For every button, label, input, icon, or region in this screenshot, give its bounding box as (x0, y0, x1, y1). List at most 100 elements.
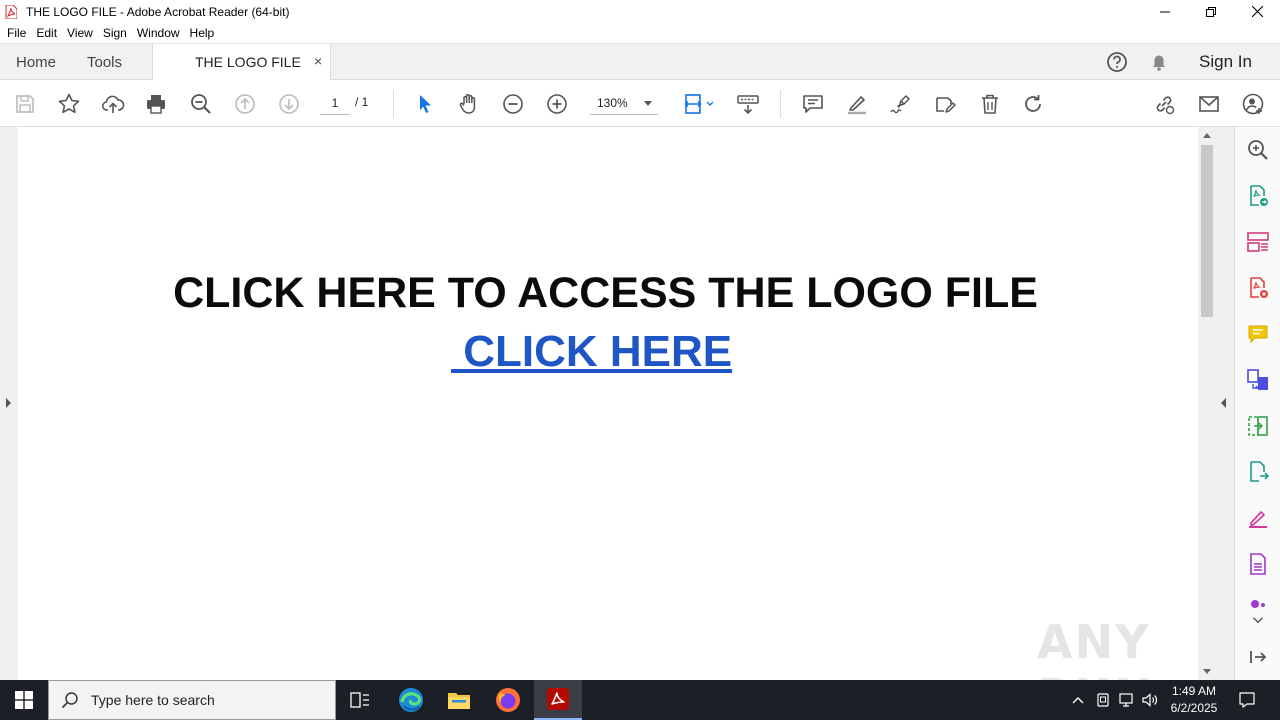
chevron-right-icon (6, 398, 11, 408)
tools-scroll-down[interactable] (1245, 611, 1271, 629)
left-panel-toggle[interactable] (0, 127, 18, 680)
click-here-link[interactable]: CLICK HERE (451, 327, 732, 377)
rotate-icon (1025, 95, 1041, 112)
next-page-button[interactable] (276, 91, 302, 117)
scroll-up-icon[interactable] (1203, 133, 1211, 138)
save-icon (16, 95, 34, 113)
right-panel-toggle[interactable] (1216, 127, 1234, 680)
share-people-button[interactable] (1240, 91, 1266, 117)
combine-files-tool[interactable] (1245, 367, 1271, 393)
sign-in-button[interactable]: Sign In (1199, 44, 1252, 80)
notifications-button[interactable] (1148, 44, 1170, 80)
bookmark-button[interactable] (56, 91, 82, 117)
windows-logo-icon (15, 691, 33, 709)
volume-button[interactable] (1141, 680, 1159, 720)
task-view-button[interactable] (336, 680, 384, 720)
menu-bar: File Edit View Sign Window Help (0, 23, 1280, 43)
network-icon (1119, 693, 1133, 707)
acrobat-taskbar-button[interactable] (534, 680, 582, 720)
zoom-level-dropdown[interactable]: 130% (590, 93, 658, 115)
upload-button[interactable] (100, 91, 126, 117)
organize-pages-tool[interactable] (1245, 229, 1271, 255)
comment-button[interactable] (800, 91, 826, 117)
protect-tool[interactable] (1245, 551, 1271, 577)
page-number-input[interactable]: 1 (320, 93, 350, 115)
zoom-search-button[interactable] (188, 91, 214, 117)
taskbar-search-box[interactable]: Type here to search (48, 680, 336, 720)
collapse-tools-pane[interactable] (1245, 644, 1271, 670)
send-for-review-tool[interactable] (1245, 459, 1271, 485)
zoom-out-button[interactable] (500, 91, 526, 117)
file-explorer-taskbar-button[interactable] (435, 680, 483, 720)
edge-taskbar-button[interactable] (387, 680, 435, 720)
menu-edit[interactable]: Edit (36, 26, 57, 40)
toolbar: 1 / 1 130% (0, 80, 1280, 127)
email-button[interactable] (1196, 91, 1222, 117)
highlight-button[interactable] (844, 91, 870, 117)
scrolling-mode-button[interactable] (735, 91, 761, 117)
comment-icon (1248, 325, 1268, 344)
fill-and-sign-tool[interactable] (1245, 505, 1271, 531)
acrobat-reader-icon (547, 688, 569, 710)
fill-sign-button[interactable] (932, 91, 958, 117)
select-tool-button[interactable] (412, 91, 438, 117)
help-button[interactable] (1106, 44, 1128, 80)
device-icon (1097, 693, 1109, 707)
menu-help[interactable]: Help (190, 26, 215, 40)
create-pdf-icon (1250, 277, 1268, 298)
toolbar-divider (780, 90, 781, 118)
search-tools-button[interactable] (1245, 137, 1271, 163)
tab-close-button[interactable]: × (314, 53, 322, 69)
scroll-thumb[interactable] (1201, 145, 1213, 317)
share-link-button[interactable] (1151, 91, 1177, 117)
close-window-button[interactable] (1234, 0, 1280, 23)
mail-icon (1199, 96, 1219, 112)
document-heading: CLICK HERE TO ACCESS THE LOGO FILE (173, 269, 1038, 317)
delete-button[interactable] (977, 91, 1003, 117)
vertical-scrollbar[interactable] (1198, 127, 1216, 680)
create-pdf-tool[interactable] (1245, 275, 1271, 301)
send-document-icon (1250, 461, 1270, 482)
taskbar-clock[interactable]: 1:49 AM 6/2/2025 (1158, 683, 1230, 717)
device-tray-icon-button[interactable] (1095, 680, 1111, 720)
export-pdf-tool[interactable] (1245, 183, 1271, 209)
notifications-center-button[interactable] (1238, 680, 1256, 720)
restore-button[interactable] (1188, 0, 1234, 23)
clock-time: 1:49 AM (1171, 684, 1217, 698)
network-button[interactable] (1118, 680, 1136, 720)
tab-tools[interactable]: Tools (87, 44, 122, 80)
firefox-taskbar-button[interactable] (484, 680, 532, 720)
menu-window[interactable]: Window (137, 26, 180, 40)
chevron-left-icon (1221, 398, 1226, 408)
fit-page-button[interactable] (680, 91, 716, 117)
tab-home[interactable]: Home (16, 44, 56, 80)
title-bar: THE LOGO FILE - Adobe Acrobat Reader (64… (0, 0, 1280, 23)
task-view-icon (350, 692, 369, 708)
show-hidden-icons-button[interactable] (1071, 680, 1085, 720)
edge-browser-icon (399, 688, 423, 712)
tab-document[interactable]: THE LOGO FILE × (152, 44, 331, 81)
tab-document-label: THE LOGO FILE (195, 54, 301, 70)
previous-page-button[interactable] (232, 91, 258, 117)
tools-pane (1234, 127, 1280, 680)
zoom-in-button[interactable] (544, 91, 570, 117)
start-button[interactable] (0, 680, 48, 720)
menu-file[interactable]: File (7, 26, 26, 40)
save-button[interactable] (12, 91, 38, 117)
firefox-icon (496, 688, 520, 712)
bell-icon (1153, 55, 1165, 71)
menu-sign[interactable]: Sign (103, 26, 127, 40)
sign-button[interactable] (888, 91, 914, 117)
star-icon (58, 93, 80, 114)
acrobat-icon (5, 4, 17, 19)
rotate-button[interactable] (1020, 91, 1046, 117)
print-button[interactable] (143, 91, 169, 117)
menu-view[interactable]: View (67, 26, 93, 40)
pen-icon (1249, 511, 1267, 528)
hand-tool-button[interactable] (456, 91, 482, 117)
minimize-button[interactable] (1142, 0, 1188, 23)
more-tools-partial[interactable] (1245, 593, 1271, 611)
comment-tool[interactable] (1245, 321, 1271, 347)
edit-pdf-tool[interactable] (1245, 413, 1271, 439)
arrow-up-circle-icon (235, 94, 255, 114)
